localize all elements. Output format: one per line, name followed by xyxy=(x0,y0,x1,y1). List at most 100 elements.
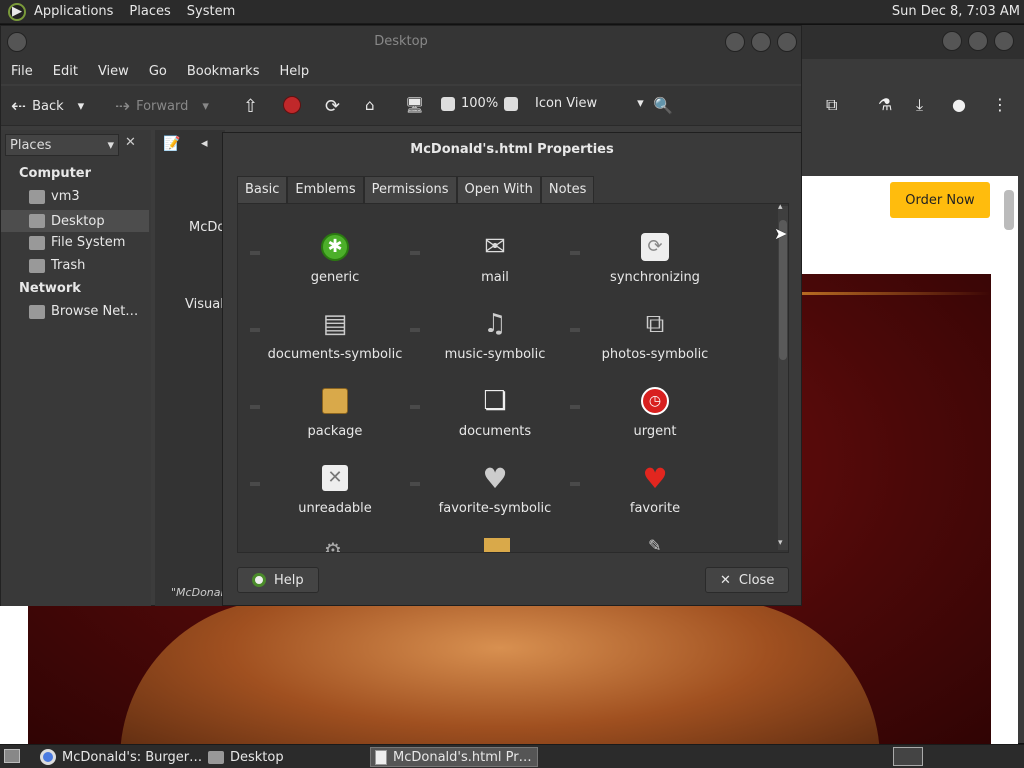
sidebar-close-icon[interactable]: ✕ xyxy=(125,135,136,150)
emblem-checkbox[interactable] xyxy=(570,328,580,332)
tab-emblems[interactable]: Emblems xyxy=(287,176,364,204)
stop-button[interactable] xyxy=(283,96,301,114)
emblem-urgent[interactable]: ◷ urgent xyxy=(580,384,730,439)
forward-history-chevron-icon[interactable]: ▾ xyxy=(202,99,209,114)
emblem-package[interactable]: package xyxy=(260,384,410,439)
tab-permissions[interactable]: Permissions xyxy=(363,176,457,204)
menu-system[interactable]: System xyxy=(187,4,235,19)
back-button[interactable]: ⇠ Back ▾ xyxy=(11,96,84,117)
emblem-favorite[interactable]: ♥ favorite xyxy=(580,461,730,517)
scroll-down-icon[interactable]: ▾ xyxy=(778,538,783,548)
emblem-label: documents-symbolic xyxy=(267,347,403,362)
menu-bookmarks[interactable]: Bookmarks xyxy=(187,64,260,79)
emblem-generic[interactable]: ✱ generic xyxy=(260,230,410,285)
path-back-arrow-icon[interactable]: ◂ xyxy=(201,136,208,151)
task-browser[interactable]: McDonald's: Burger… xyxy=(36,747,206,767)
menu-help[interactable]: Help xyxy=(279,64,309,79)
zoom-in-icon[interactable] xyxy=(504,96,519,111)
back-history-chevron-icon[interactable]: ▾ xyxy=(78,99,85,114)
emblem-synchronizing[interactable]: ⟳ synchronizing xyxy=(580,230,730,285)
order-now-button[interactable]: Order Now xyxy=(890,182,990,218)
text-editor-icon[interactable]: 📝 xyxy=(163,136,180,152)
emblem-music-symbolic[interactable]: ♫ music-symbolic xyxy=(420,307,570,362)
clock[interactable]: Sun Dec 8, 7:03 AM xyxy=(892,4,1020,19)
show-desktop-icon[interactable] xyxy=(4,749,20,763)
reload-button[interactable]: ⟳ xyxy=(325,96,340,117)
emblem-checkbox[interactable] xyxy=(570,405,580,409)
emblem-photos-symbolic[interactable]: ⧉ photos-symbolic xyxy=(580,307,730,363)
menu-edit[interactable]: Edit xyxy=(53,64,78,79)
emblem-checkbox[interactable] xyxy=(250,482,260,486)
sidebar-item-trash[interactable]: Trash xyxy=(29,258,85,273)
tab-open-with[interactable]: Open With xyxy=(456,176,541,204)
emblem-checkbox[interactable] xyxy=(410,482,420,486)
more-menu-icon[interactable]: ⋮ xyxy=(992,95,1008,114)
file-name-fragment[interactable]: McDo xyxy=(189,220,225,235)
emblem-unreadable[interactable]: ✕ unreadable xyxy=(260,461,410,516)
workspace-switcher[interactable] xyxy=(893,747,923,766)
download-icon[interactable]: ⤓ xyxy=(916,95,923,115)
browser-minimize-button[interactable] xyxy=(942,31,962,51)
emblem-checkbox[interactable] xyxy=(410,251,420,255)
emblem-checkbox[interactable] xyxy=(250,251,260,255)
tab-basic[interactable]: Basic xyxy=(237,176,288,204)
search-icon: 🔍 xyxy=(653,96,673,115)
minimize-button[interactable] xyxy=(725,32,745,52)
zoom-out-icon[interactable] xyxy=(441,96,455,111)
close-button[interactable]: ✕ Close xyxy=(705,567,790,593)
close-window-button[interactable] xyxy=(777,32,797,52)
scroll-up-icon[interactable]: ▴ xyxy=(778,204,783,212)
menu-go[interactable]: Go xyxy=(149,64,167,79)
emblem-documents-symbolic[interactable]: ▤ documents-symbolic xyxy=(260,307,410,362)
help-button[interactable]: Help xyxy=(237,567,319,593)
menu-applications[interactable]: Applications xyxy=(34,4,113,19)
heart-outline-icon: ♥ xyxy=(482,461,508,495)
search-button[interactable]: 🔍 xyxy=(653,96,673,115)
emblem-checkbox[interactable] xyxy=(250,328,260,332)
emblem-favorite-symbolic[interactable]: ♥ favorite-symbolic xyxy=(420,461,570,517)
menu-file[interactable]: File xyxy=(11,64,33,79)
task-label: McDonald's: Burger… xyxy=(62,749,203,765)
sidebar-item-file-system[interactable]: File System xyxy=(29,235,125,250)
browser-close-button[interactable] xyxy=(994,31,1014,51)
profile-icon[interactable]: ● xyxy=(952,95,966,114)
emblem-scrollbar[interactable]: ▴ ▾ xyxy=(778,204,788,550)
sidebar-selector[interactable]: Places ▾ xyxy=(5,134,119,156)
package-icon xyxy=(318,384,352,418)
menu-places[interactable]: Places xyxy=(129,4,170,19)
sidebar-item-vm3[interactable]: vm3 xyxy=(29,189,80,204)
emblem-checkbox[interactable] xyxy=(250,405,260,409)
extensions-icon[interactable]: ⧉ xyxy=(826,95,837,115)
computer-button[interactable]: 🖥 xyxy=(405,96,424,114)
properties-dialog: McDonald's.html Properties Basic Emblems… xyxy=(222,132,802,606)
emblem-mail[interactable]: ✉ mail xyxy=(420,230,570,285)
menu-view[interactable]: View xyxy=(98,64,129,79)
emblem-checkbox[interactable] xyxy=(570,482,580,486)
emblem-checkbox[interactable] xyxy=(410,328,420,332)
file-name-fragment[interactable]: Visual xyxy=(185,297,224,312)
browser-titlebar xyxy=(802,25,1024,59)
browser-maximize-button[interactable] xyxy=(968,31,988,51)
emblem-documents[interactable]: ❏ documents xyxy=(420,384,570,439)
view-mode-select[interactable]: Icon View ▾ xyxy=(535,96,644,111)
labs-flask-icon[interactable]: ⚗ xyxy=(878,95,892,114)
home-button[interactable]: ⌂ xyxy=(365,96,375,114)
emblem-checkbox[interactable] xyxy=(570,251,580,255)
emblem-checkbox[interactable] xyxy=(410,405,420,409)
maximize-button[interactable] xyxy=(751,32,771,52)
task-desktop[interactable]: Desktop xyxy=(204,747,288,767)
window-menu-button[interactable] xyxy=(7,32,27,52)
distro-logo-icon[interactable]: ▶ xyxy=(8,2,26,21)
task-properties[interactable]: McDonald's.html Pr… xyxy=(370,747,538,767)
forward-button[interactable]: ⇢ Forward ▾ xyxy=(115,96,209,117)
browser-icon xyxy=(40,749,56,765)
sidebar-item-desktop[interactable]: Desktop xyxy=(1,210,149,232)
up-button[interactable]: ⇧ xyxy=(243,96,258,117)
sidebar-heading-network: Network xyxy=(19,281,81,296)
zoom-control[interactable]: 100% xyxy=(441,96,519,111)
sidebar-item-label: vm3 xyxy=(51,189,80,204)
sidebar-item-browse-network[interactable]: Browse Net… xyxy=(29,304,138,319)
music-icon: ♫ xyxy=(483,309,507,339)
page-scrollbar[interactable] xyxy=(1004,190,1014,230)
tab-notes[interactable]: Notes xyxy=(540,176,595,204)
